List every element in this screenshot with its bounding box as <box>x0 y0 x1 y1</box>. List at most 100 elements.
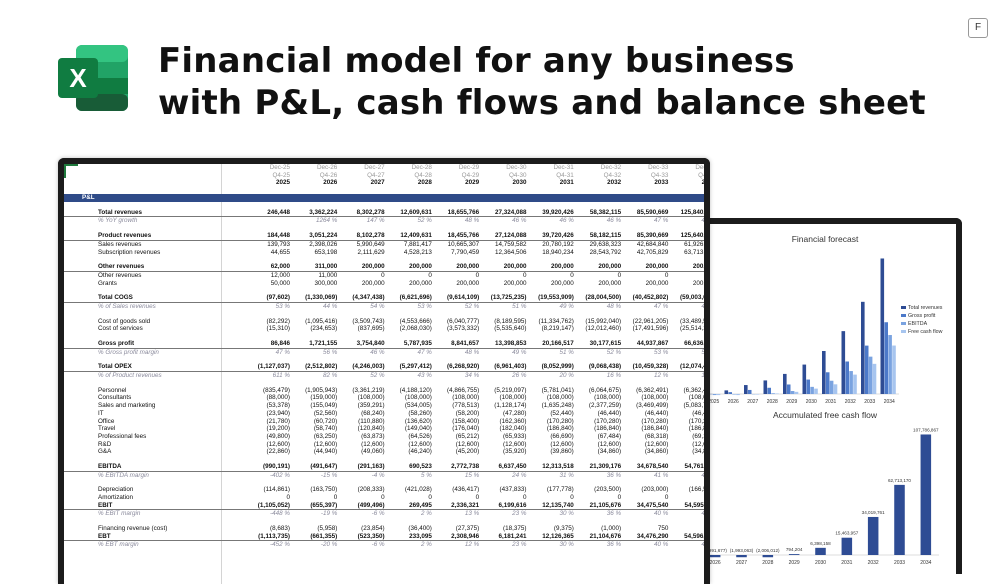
table-row: IT(23,940)(52,560)(68,240)(58,260)(58,20… <box>64 410 704 418</box>
cell[interactable]: (33,489,565) <box>660 318 710 326</box>
data-label: (2,006,012) <box>756 548 780 553</box>
table-row: EBT(1,113,735)(661,355)(523,350)233,0952… <box>64 533 704 542</box>
bar <box>830 381 834 394</box>
data-label: 107,786,867 <box>913 427 939 432</box>
bar <box>826 372 830 394</box>
legend-item: Free cash flow <box>901 328 942 336</box>
bar <box>892 346 896 394</box>
table-row: Product revenues184,4483,051,2248,102,27… <box>64 232 704 241</box>
legend-item: EBITDA <box>901 320 942 328</box>
table-row: Gross profit86,8461,721,1553,754,8405,78… <box>64 340 704 349</box>
bar <box>767 388 771 394</box>
tick-label: 2031 <box>841 560 852 566</box>
cell[interactable]: 54,596,161 <box>660 533 710 541</box>
cell[interactable]: (5,083,761) <box>660 402 710 410</box>
cell[interactable]: (186,840) <box>660 425 710 433</box>
table-row: Sales revenues139,7932,398,0265,990,6497… <box>64 241 704 249</box>
table-row: G&A(22,860)(44,940)(49,060)(46,240)(45,2… <box>64 448 704 456</box>
accumulated-chart: (1,991,677)2026(1,993,063)2027(2,006,012… <box>694 420 956 570</box>
section-header-pl: P&L <box>64 194 704 202</box>
bar <box>748 390 752 394</box>
bar <box>736 394 740 395</box>
bar <box>791 391 795 394</box>
cell[interactable]: 66,636,377 <box>660 340 710 348</box>
cell[interactable]: Dec-34 <box>660 164 710 172</box>
cell[interactable]: 61,926,890 <box>660 241 710 249</box>
headline: Financial model for any business with P&… <box>158 40 926 124</box>
bar <box>710 555 721 557</box>
cell[interactable]: (166,500) <box>660 486 710 494</box>
table-row: Total revenues246,4483,362,2248,302,2781… <box>64 209 704 218</box>
bar <box>725 390 729 394</box>
table-row: % Gross profit margin47 %56 %46 %47 %48 … <box>64 349 704 357</box>
bar <box>717 394 721 395</box>
data-label: 34,019,761 <box>862 510 885 515</box>
cell[interactable]: 47 % <box>660 303 710 311</box>
cell[interactable]: 63,713,158 <box>660 249 710 257</box>
cell[interactable]: 125,640,048 <box>660 232 710 240</box>
cell[interactable]: 47 % <box>660 217 710 225</box>
bar <box>853 375 857 394</box>
spacer-row <box>64 356 704 363</box>
legend-label: Gross profit <box>908 313 935 319</box>
tick-label: 2034 <box>920 560 931 566</box>
cell[interactable]: 10 % <box>660 372 710 380</box>
cell[interactable]: 200,000 <box>660 263 710 271</box>
legend-label: Total revenues <box>908 305 942 311</box>
cell[interactable]: 0 <box>660 494 710 502</box>
excel-icon: X <box>58 45 128 111</box>
cell[interactable]: (25,514,106) <box>660 325 710 333</box>
bar <box>834 384 838 394</box>
table-row: Consultants(88,000)(159,000)(108,000)(10… <box>64 394 704 402</box>
cell[interactable]: 43 % <box>660 541 710 549</box>
row-label[interactable]: % YoY growth <box>98 217 258 225</box>
cell[interactable]: 750 <box>660 525 710 533</box>
cell[interactable]: Q4-34 <box>660 172 710 180</box>
spacer-row <box>64 479 704 486</box>
cell[interactable]: (170,280) <box>660 418 710 426</box>
bar <box>849 371 853 394</box>
bar <box>869 357 873 394</box>
cell[interactable]: (59,003,671) <box>660 294 710 302</box>
cell[interactable]: (34,860) <box>660 448 710 456</box>
tick-label: 2029 <box>786 399 797 405</box>
headline-line-2: with P&L, cash flows and balance sheet <box>158 82 926 124</box>
cell[interactable]: (46,440) <box>660 410 710 418</box>
spacer-row <box>64 287 704 294</box>
tick-label: 2026 <box>710 560 721 566</box>
bar <box>756 394 760 395</box>
tick-label: 2029 <box>789 560 800 566</box>
cell[interactable]: 53 % <box>660 349 710 357</box>
tick-label: 2033 <box>864 399 875 405</box>
cell[interactable]: (6,362,491) <box>660 387 710 395</box>
cell[interactable]: (12,074,466) <box>660 363 710 371</box>
data-label: 15,463,957 <box>835 531 858 536</box>
cell[interactable]: 0 <box>660 272 710 280</box>
cell[interactable]: 43 % <box>660 510 710 518</box>
bar <box>814 389 818 394</box>
table-row: Personnel(835,479)(1,905,943)(3,361,219)… <box>64 387 704 395</box>
bar <box>763 555 774 557</box>
cell[interactable]: 44 % <box>660 472 710 480</box>
spacer-row <box>64 456 704 463</box>
legend-item: Gross profit <box>901 312 942 320</box>
cell[interactable]: 125,840,048 <box>660 209 710 217</box>
bar <box>736 555 747 557</box>
cell[interactable]: 54,595,411 <box>660 502 710 510</box>
table-row: % EBT margin-452 %-20 %-6 %2 %12 %23 %30… <box>64 541 704 549</box>
bar <box>822 351 826 394</box>
cell[interactable]: (108,000) <box>660 394 710 402</box>
table-row: Total COGS(97,602)(1,330,069)(4,347,438)… <box>64 294 704 303</box>
cell[interactable]: 200,000 <box>660 280 710 288</box>
cell[interactable]: (12,600) <box>660 441 710 449</box>
bar <box>842 331 846 394</box>
bar <box>775 393 779 394</box>
cell[interactable]: 2034 <box>660 179 710 187</box>
table-row: % of Product revenues611 %82 %52 %43 %34… <box>64 372 704 380</box>
bar <box>744 385 748 394</box>
bar <box>789 554 800 555</box>
cell[interactable]: (69,194) <box>660 433 710 441</box>
section-label: P&L <box>82 194 95 202</box>
spacer-row <box>64 202 704 209</box>
cell[interactable]: 54,761,911 <box>660 463 710 471</box>
